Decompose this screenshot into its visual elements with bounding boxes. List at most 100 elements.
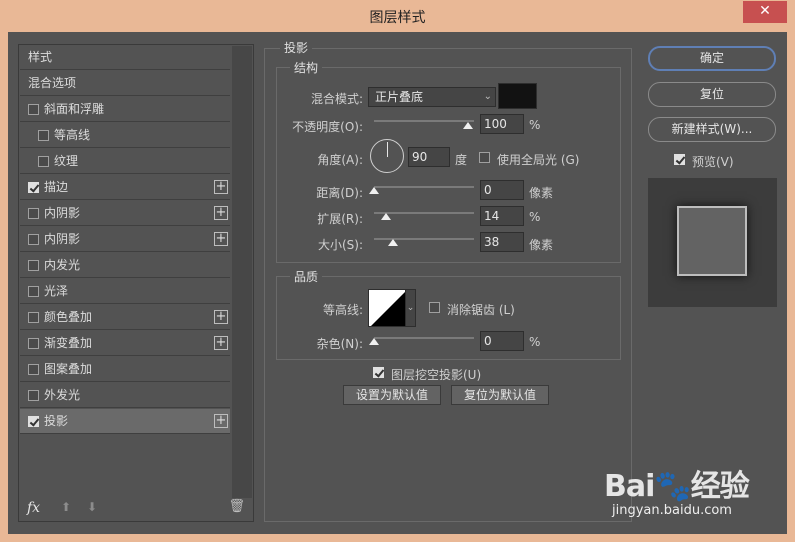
size-unit: 像素 [529,238,554,252]
baidu-jingyan-watermark: Bai🐾经验 jingyan.baidu.com [590,455,790,535]
contour-preview[interactable] [368,289,406,327]
contour-label: 等高线: [322,303,363,317]
style-list-item[interactable]: 外发光 [20,383,230,408]
style-list-item-label: 混合选项 [28,76,77,90]
style-list-item[interactable]: 等高线 [20,123,230,148]
noise-slider-thumb[interactable] [369,338,379,345]
move-down-icon[interactable]: ⬇ [87,500,97,514]
add-effect-plus-icon[interactable]: + [214,180,228,194]
style-checkbox[interactable] [28,260,39,271]
add-effect-plus-icon[interactable]: + [214,414,228,428]
style-checkbox[interactable] [28,364,39,375]
style-list-item[interactable]: 光泽 [20,279,230,304]
angle-unit: 度 [455,153,468,167]
reset-default-button[interactable]: 复位为默认值 [451,385,549,405]
preview-checkbox[interactable] [674,154,685,165]
spread-slider-thumb[interactable] [381,213,391,220]
fx-icon[interactable]: fx [27,500,40,516]
style-list-item[interactable]: 内阴影 + [20,227,230,252]
style-preview [648,178,777,307]
style-list-item[interactable]: 描边 + [20,175,230,200]
style-list-item[interactable]: 纹理 [20,149,230,174]
antialias-checkbox[interactable] [429,302,440,313]
contour-curve-icon [371,292,405,326]
style-list-item-label: 投影 [44,414,69,428]
opacity-slider-track[interactable] [374,120,474,122]
contour-dropdown[interactable]: ⌄ [405,289,416,327]
style-checkbox[interactable] [38,156,49,167]
noise-unit: % [529,335,541,349]
window-title: 图层样式 [369,10,426,26]
opacity-unit: % [529,118,541,132]
style-list-scrollbar[interactable] [232,46,252,498]
style-list-item[interactable]: 斜面和浮雕 [20,97,230,122]
spread-label: 扩展(R): [317,212,363,226]
reset-button[interactable]: 复位 [648,82,776,107]
noise-input[interactable]: 0 [480,331,524,351]
quality-title: 品质 [290,268,323,285]
distance-slider-thumb[interactable] [369,187,379,194]
chevron-down-icon: ⌄ [483,91,492,102]
style-list-item-label: 描边 [44,180,69,194]
style-list-item[interactable]: 颜色叠加 + [20,305,230,330]
style-list-item-label: 外发光 [44,388,81,402]
style-preview-swatch [677,206,747,276]
spread-input[interactable]: 14 [480,206,524,226]
style-list-item[interactable]: 样式 [20,45,230,70]
move-up-icon[interactable]: ⬆ [61,500,71,514]
add-effect-plus-icon[interactable]: + [214,232,228,246]
knockout-checkbox[interactable] [373,367,384,378]
style-list-item[interactable]: 投影 + [20,409,230,434]
angle-input[interactable]: 90 [408,147,450,167]
style-checkbox[interactable] [28,182,39,193]
style-list-toolbar: fx ⬆ ⬇ 🗑 [19,497,253,521]
distance-label: 距离(D): [316,186,363,200]
watermark-logo-text: Bai🐾经验 [604,469,750,504]
style-list-item[interactable]: 内发光 [20,253,230,278]
size-input[interactable]: 38 [480,232,524,252]
structure-title: 结构 [290,59,323,76]
angle-dial[interactable] [370,139,404,173]
trash-icon[interactable]: 🗑 [228,499,245,514]
close-button[interactable]: ✕ [743,1,787,23]
global-light-checkbox[interactable] [479,152,490,163]
add-effect-plus-icon[interactable]: + [214,206,228,220]
style-checkbox[interactable] [28,208,39,219]
style-list-item-label: 等高线 [54,128,91,142]
preview-label: 预览(V) [692,155,734,169]
style-list-item[interactable]: 内阴影 + [20,201,230,226]
style-checkbox[interactable] [38,130,49,141]
noise-slider-track[interactable] [374,337,474,339]
style-list-item-label: 图案叠加 [44,362,93,376]
opacity-input[interactable]: 100 [480,114,524,134]
distance-input[interactable]: 0 [480,180,524,200]
shadow-color-swatch[interactable] [498,83,537,109]
style-checkbox[interactable] [28,338,39,349]
style-list-item-label: 斜面和浮雕 [44,102,105,116]
style-checkbox[interactable] [28,416,39,427]
spread-unit: % [529,210,541,224]
blend-mode-value: 正片叠底 [375,90,424,104]
style-checkbox[interactable] [28,234,39,245]
style-checkbox[interactable] [28,286,39,297]
style-checkbox[interactable] [28,104,39,115]
style-list-item[interactable]: 混合选项 [20,71,230,96]
size-slider-thumb[interactable] [388,239,398,246]
title-bar: 图层样式 ✕ [0,0,795,32]
style-list-item-label: 内阴影 [44,206,81,220]
new-style-button[interactable]: 新建样式(W)... [648,117,776,142]
add-effect-plus-icon[interactable]: + [214,336,228,350]
style-list-item[interactable]: 渐变叠加 + [20,331,230,356]
blend-mode-select[interactable]: 正片叠底 ⌄ [368,87,496,107]
add-effect-plus-icon[interactable]: + [214,310,228,324]
opacity-slider-thumb[interactable] [463,122,473,129]
style-list-item[interactable]: 图案叠加 [20,357,230,382]
set-default-button[interactable]: 设置为默认值 [343,385,441,405]
style-list-item-label: 内阴影 [44,232,81,246]
angle-label: 角度(A): [317,153,363,167]
ok-button[interactable]: 确定 [648,46,776,71]
style-checkbox[interactable] [28,312,39,323]
global-light-label: 使用全局光 (G) [497,153,580,167]
style-checkbox[interactable] [28,390,39,401]
distance-slider-track[interactable] [374,186,474,188]
